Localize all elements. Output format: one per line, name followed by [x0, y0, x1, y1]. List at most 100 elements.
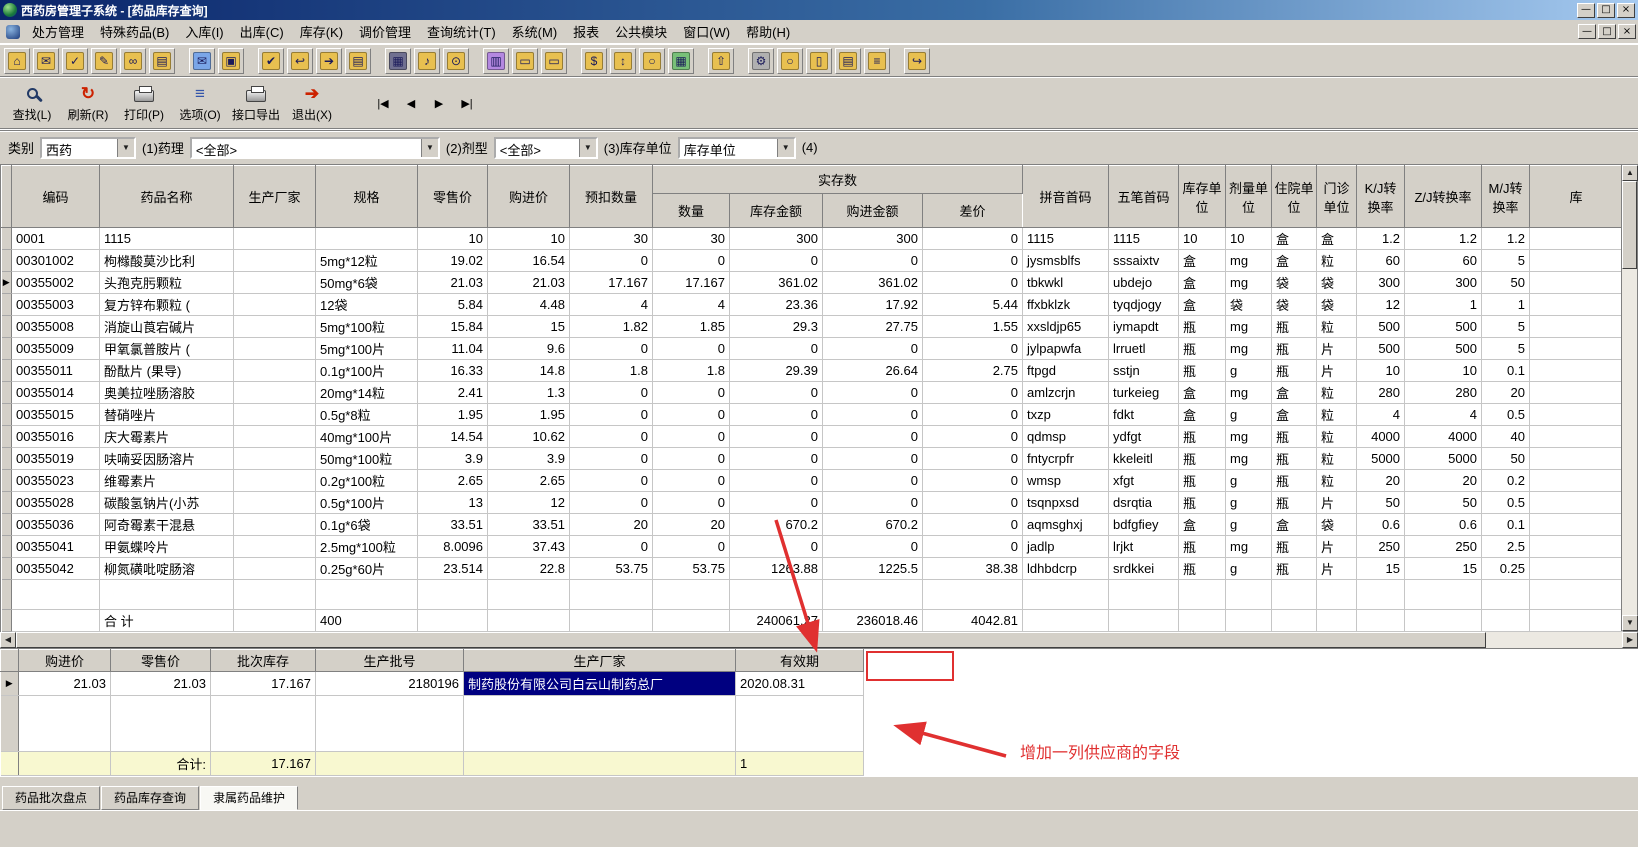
cell[interactable]: 5000 — [1356, 447, 1406, 470]
cell[interactable] — [1529, 337, 1623, 360]
cell[interactable] — [233, 425, 316, 448]
cell[interactable]: 12 — [1356, 293, 1406, 316]
cell[interactable]: 300 — [822, 227, 923, 250]
cell[interactable]: mg — [1225, 425, 1273, 448]
cell[interactable]: 瓶 — [1271, 557, 1318, 580]
cell[interactable]: mg — [1225, 271, 1273, 294]
cell[interactable]: 20 — [1404, 469, 1483, 492]
cell[interactable]: 袋 — [1316, 271, 1358, 294]
cell[interactable]: 0 — [729, 447, 823, 470]
scroll-left-icon[interactable]: ◀ — [0, 632, 16, 648]
cell[interactable] — [233, 557, 316, 580]
cell[interactable] — [1529, 227, 1623, 250]
cell[interactable]: 670.2 — [822, 513, 923, 536]
cell[interactable]: 4000 — [1404, 425, 1483, 448]
cell[interactable]: 5 — [1481, 337, 1531, 360]
cell[interactable]: 0 — [922, 491, 1024, 514]
exit-button[interactable]: ➔ 退出(X) — [284, 80, 340, 126]
cell[interactable] — [233, 513, 316, 536]
cell[interactable]: 50 — [1481, 271, 1531, 294]
cell[interactable]: 00355015 — [11, 403, 100, 426]
cell[interactable] — [233, 535, 316, 558]
cell[interactable]: 片 — [1316, 337, 1358, 360]
col-header-stock-unit[interactable]: 库存单位 — [1178, 165, 1227, 228]
cell[interactable]: 13 — [417, 491, 488, 514]
first-record-button[interactable]: |◀ — [370, 92, 396, 114]
cell[interactable]: 粒 — [1316, 403, 1358, 426]
cell[interactable] — [233, 337, 316, 360]
cell[interactable]: 1.8 — [652, 359, 730, 382]
cell[interactable]: 20mg*14粒 — [315, 381, 418, 404]
cell[interactable]: 瓶 — [1271, 491, 1318, 514]
cell[interactable]: 0.2g*100粒 — [315, 469, 418, 492]
cell[interactable]: jadlp — [1022, 535, 1110, 558]
cell[interactable]: ▶ — [1, 271, 12, 294]
col-header-more[interactable]: 库 — [1529, 165, 1623, 228]
cell[interactable]: 0 — [922, 337, 1024, 360]
cell[interactable]: 碳酸氢钠片(小苏 — [99, 491, 234, 514]
cell[interactable]: 500 — [1404, 337, 1483, 360]
page-icon[interactable]: ▯ — [806, 47, 832, 74]
cell[interactable]: 60 — [1404, 249, 1483, 272]
cell[interactable]: 盒 — [1271, 227, 1318, 250]
cell[interactable]: 0 — [822, 337, 923, 360]
cell[interactable] — [1529, 447, 1623, 470]
cell[interactable]: 5.84 — [417, 293, 488, 316]
cell[interactable]: 1 — [1404, 293, 1483, 316]
cell[interactable]: 9.6 — [487, 337, 570, 360]
cell[interactable]: 瓶 — [1178, 535, 1227, 558]
cell[interactable]: g — [1225, 557, 1273, 580]
cell[interactable]: 0 — [822, 403, 923, 426]
cell[interactable]: 10 — [1404, 359, 1483, 382]
cell[interactable]: 0 — [569, 447, 653, 470]
cell[interactable]: mg — [1225, 535, 1273, 558]
next-record-button[interactable]: ▶ — [426, 92, 452, 114]
cell[interactable]: 0 — [569, 403, 653, 426]
cell[interactable] — [1, 381, 12, 404]
menu-item[interactable]: 系统(M) — [504, 19, 566, 44]
cell[interactable] — [233, 381, 316, 404]
cell[interactable]: 瓶 — [1271, 469, 1318, 492]
horizontal-scrollbar[interactable]: ◀ ▶ — [0, 632, 1638, 648]
col-header-retail[interactable]: 零售价 — [417, 165, 488, 228]
cell[interactable] — [1, 337, 12, 360]
cell[interactable]: 10 — [417, 227, 488, 250]
cell[interactable]: 1225.5 — [822, 557, 923, 580]
cell[interactable]: 1.2 — [1356, 227, 1406, 250]
home-icon[interactable]: ⌂ — [4, 47, 30, 74]
cell[interactable]: 粒 — [1316, 249, 1358, 272]
cell[interactable]: 4 — [652, 293, 730, 316]
col-header-kj[interactable]: K/J转换率 — [1356, 165, 1406, 228]
cell[interactable]: 瓶 — [1178, 491, 1227, 514]
clock-icon[interactable]: ⊙ — [443, 47, 469, 74]
options-button[interactable]: ≡ 选项(O) — [172, 80, 228, 126]
cell[interactable]: 0 — [652, 403, 730, 426]
bell-icon[interactable]: ♪ — [414, 47, 440, 74]
col-header-purchase[interactable]: 购进价 — [487, 165, 570, 228]
cell[interactable] — [233, 447, 316, 470]
cell[interactable]: 0 — [822, 469, 923, 492]
cell[interactable]: 1115 — [1108, 227, 1180, 250]
exit-small-icon[interactable]: ↪ — [904, 47, 930, 74]
cell[interactable]: jylpapwfa — [1022, 337, 1110, 360]
cell[interactable]: 53.75 — [569, 557, 653, 580]
cell[interactable]: 瓶 — [1178, 557, 1227, 580]
cell[interactable]: 53.75 — [652, 557, 730, 580]
cell[interactable]: 0.2 — [1481, 469, 1531, 492]
cell[interactable] — [1, 227, 12, 250]
cell[interactable] — [1529, 381, 1623, 404]
cell[interactable]: 00355008 — [11, 315, 100, 338]
cards-icon[interactable]: ▤ — [835, 47, 861, 74]
cell[interactable]: 0.6 — [1356, 513, 1406, 536]
cell[interactable]: 0.5g*100片 — [315, 491, 418, 514]
doc-check-icon[interactable]: ✔ — [258, 47, 284, 74]
cell[interactable]: 16.33 — [417, 359, 488, 382]
cell[interactable]: 1.82 — [569, 315, 653, 338]
cell[interactable]: 0 — [922, 227, 1024, 250]
cell[interactable] — [1, 359, 12, 382]
doc-print-icon[interactable]: ▤ — [345, 47, 371, 74]
stock-unit-select[interactable]: 库存单位 ▼ — [677, 136, 796, 159]
cell[interactable]: 盒 — [1178, 271, 1227, 294]
cell[interactable]: 瓶 — [1178, 447, 1227, 470]
zoom-icon[interactable]: ○ — [777, 47, 803, 74]
